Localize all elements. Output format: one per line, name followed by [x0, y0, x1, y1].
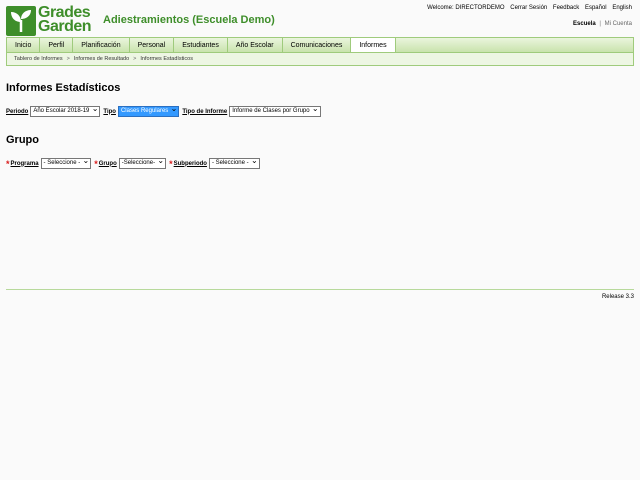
nav-ano-escolar[interactable]: Año Escolar: [228, 38, 283, 52]
required-asterisk: *: [6, 158, 10, 169]
type-select[interactable]: Clases Regulares: [117, 104, 180, 117]
english-link[interactable]: English: [612, 5, 632, 11]
nav-perfil[interactable]: Perfil: [40, 38, 74, 52]
period-select[interactable]: Año Escolar 2018-19: [30, 104, 101, 117]
program-select[interactable]: - Seleccione -: [40, 156, 92, 169]
spanish-link[interactable]: Español: [585, 5, 607, 11]
subperiod-select[interactable]: - Seleccione -: [208, 156, 260, 169]
sub-links: Escuela | Mi Cuenta: [573, 21, 632, 27]
nav-personal[interactable]: Personal: [130, 38, 175, 52]
breadcrumb-report-board[interactable]: Tablero de Informes: [14, 56, 63, 62]
breadcrumb: Tablero de Informes > Informes de Resultad…: [6, 53, 634, 66]
required-asterisk: *: [169, 158, 173, 169]
nav-planificacion[interactable]: Planificación: [73, 38, 130, 52]
group-filters: * Programa - Seleccione - * Grupo -Selec…: [6, 156, 263, 169]
group-select[interactable]: -Seleccione-: [118, 156, 167, 169]
feedback-link[interactable]: Feedback: [553, 5, 579, 11]
required-asterisk: *: [94, 158, 98, 169]
sprout-icon: [6, 6, 36, 36]
logout-link[interactable]: Cerrar Sesión: [510, 5, 547, 11]
logo-wordmark: Grades Garden: [38, 5, 92, 35]
breadcrumb-separator: >: [66, 56, 70, 62]
welcome-text: Welcome: DIRECTORDEMO: [427, 5, 505, 11]
breadcrumb-statistical-reports: Informes Estadísticos: [140, 56, 193, 62]
sub-links-separator: |: [599, 21, 601, 27]
period-label: Periodo: [6, 108, 29, 115]
report-type-select[interactable]: Informe de Clases por Grupo: [229, 104, 321, 117]
footer-divider: [6, 289, 634, 290]
report-type-label: Tipo de Informe: [182, 108, 228, 115]
type-label: Tipo: [103, 108, 116, 115]
nav-comunicaciones[interactable]: Comunicaciones: [283, 38, 352, 52]
main-nav: Inicio Perfil Planificación Personal Est…: [6, 37, 634, 53]
top-links: Welcome: DIRECTORDEMO Cerrar Sesión Feed…: [423, 5, 632, 11]
school-link[interactable]: Escuela: [573, 21, 596, 27]
breadcrumb-results-reports[interactable]: Informes de Resultado: [74, 56, 129, 62]
school-title: Adiestramientos (Escuela Demo): [103, 14, 275, 26]
group-label: Grupo: [98, 160, 117, 167]
nav-informes[interactable]: Informes: [351, 38, 396, 52]
release-version: Release 3.3: [601, 294, 634, 300]
my-account-link[interactable]: Mi Cuenta: [605, 21, 632, 27]
program-label: Programa: [10, 160, 39, 167]
subperiod-label: Subperiodo: [173, 160, 207, 167]
group-section-title: Grupo: [6, 134, 39, 146]
page-title: Informes Estadísticos: [6, 82, 121, 94]
breadcrumb-separator: >: [133, 56, 137, 62]
nav-inicio[interactable]: Inicio: [7, 38, 41, 52]
grades-garden-logo[interactable]: Grades Garden: [6, 5, 94, 36]
nav-estudiantes[interactable]: Estudiantes: [174, 38, 228, 52]
report-filters: Periodo Año Escolar 2018-19 Tipo Clases …: [6, 104, 324, 117]
logo-line-2: Garden: [38, 18, 92, 35]
